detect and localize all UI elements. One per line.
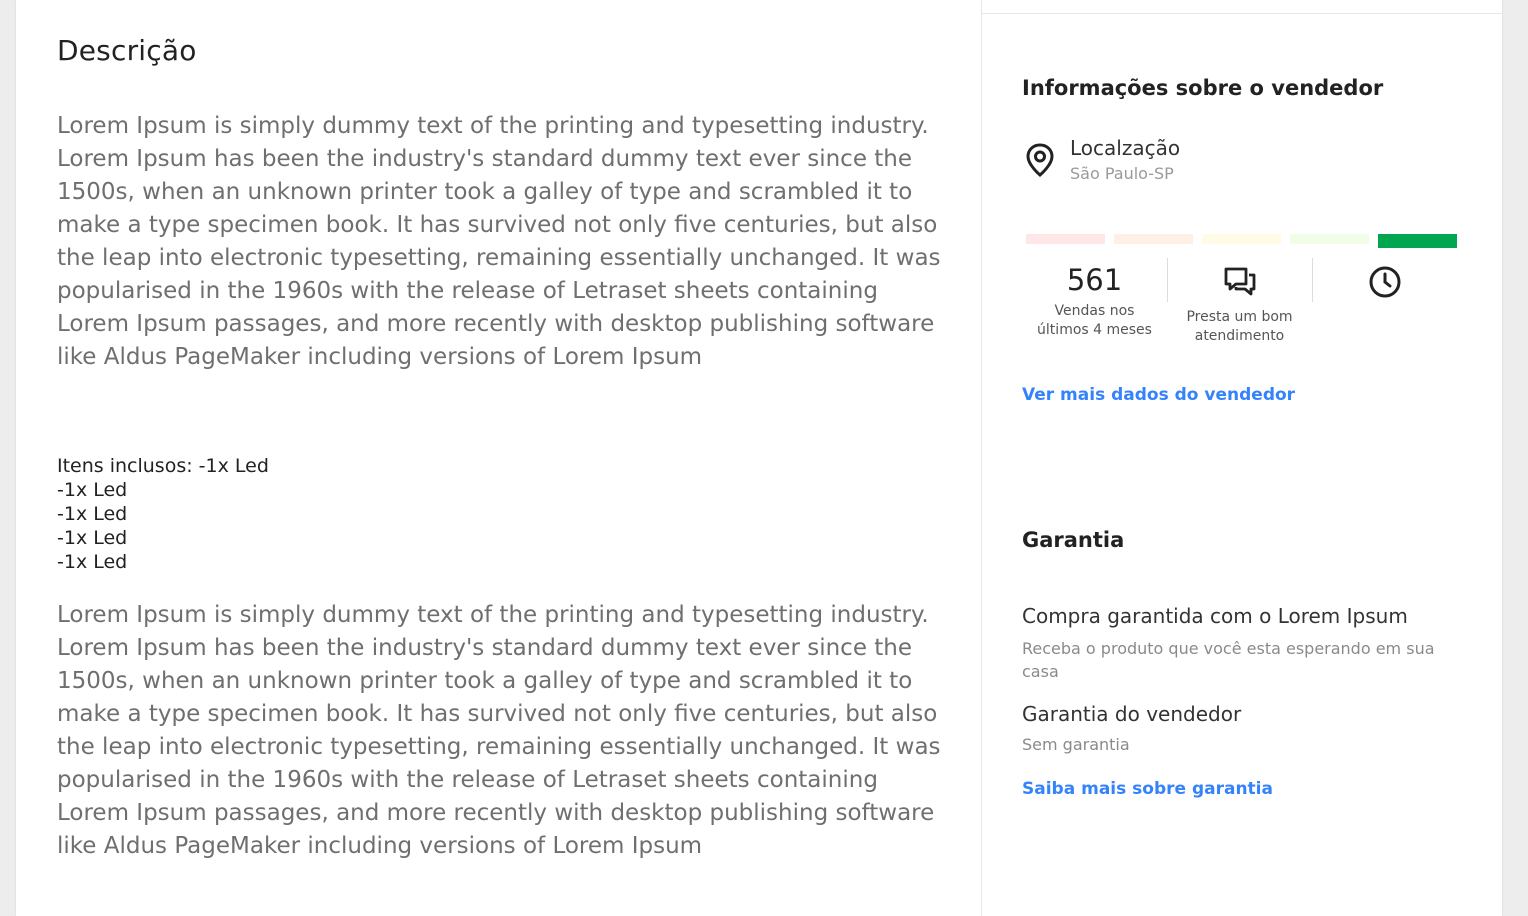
reputation-level-2 xyxy=(1114,234,1193,244)
sales-count: 561 xyxy=(1066,263,1123,297)
column-divider xyxy=(981,0,982,916)
warranty-item-subtitle: Sem garantia xyxy=(1022,735,1130,754)
sales-stat: 561 Vendas nos últimos 4 meses xyxy=(1022,258,1167,340)
service-label: Presta um bom atendimento xyxy=(1186,309,1293,344)
location-pin-icon xyxy=(1026,143,1054,177)
service-stat: Presta um bom atendimento xyxy=(1167,258,1312,346)
description-title: Descrição xyxy=(57,34,197,67)
seller-stats: 561 Vendas nos últimos 4 meses Presta um… xyxy=(1022,258,1462,358)
reputation-thermometer xyxy=(1026,234,1458,248)
warranty-item-title: Garantia do vendedor xyxy=(1022,702,1242,726)
warranty-item-title: Compra garantida com o Lorem Ipsum xyxy=(1022,604,1408,628)
reputation-level-4 xyxy=(1290,234,1369,244)
included-item: -1x Led xyxy=(57,479,128,501)
reputation-level-3 xyxy=(1202,234,1281,244)
included-item: Itens inclusos: -1x Led xyxy=(57,455,269,477)
location-value: São Paulo-SP xyxy=(1070,164,1174,183)
included-item: -1x Led xyxy=(57,551,128,573)
included-item: -1x Led xyxy=(57,527,128,549)
warranty-more-link[interactable]: Saiba mais sobre garantia xyxy=(1022,779,1273,799)
included-items-list: Itens inclusos: -1x Led -1x Led -1x Led … xyxy=(57,454,269,574)
warranty-title: Garantia xyxy=(1022,528,1125,552)
seller-location: Localzação São Paulo-SP xyxy=(1022,136,1322,186)
delivery-stat xyxy=(1312,258,1457,308)
product-detail-page: Descrição Lorem Ipsum is simply dummy te… xyxy=(16,0,1502,916)
seller-info-title: Informações sobre o vendedor xyxy=(1022,76,1384,100)
description-paragraph: Lorem Ipsum is simply dummy text of the … xyxy=(57,113,941,370)
reputation-level-1 xyxy=(1026,234,1105,244)
reputation-level-5 xyxy=(1378,234,1457,248)
top-divider xyxy=(982,13,1502,14)
clock-icon xyxy=(1369,266,1400,298)
description-paragraph: Lorem Ipsum is simply dummy text of the … xyxy=(57,602,941,859)
chat-bubbles-icon xyxy=(1224,267,1255,296)
included-item: -1x Led xyxy=(57,503,128,525)
warranty-item-subtitle: Receba o produto que você esta esperando… xyxy=(1022,639,1435,681)
sales-label: Vendas nos últimos 4 meses xyxy=(1037,303,1152,338)
seller-more-data-link[interactable]: Ver mais dados do vendedor xyxy=(1022,385,1295,405)
location-label: Localzação xyxy=(1070,136,1181,160)
